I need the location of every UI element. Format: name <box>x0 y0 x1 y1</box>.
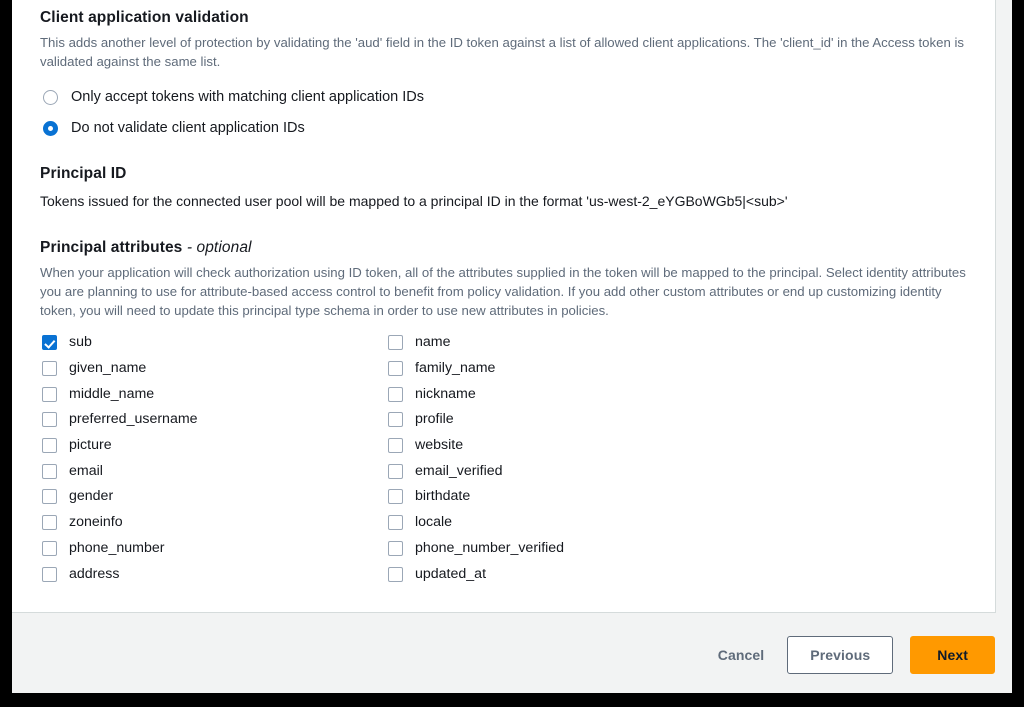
checkbox-nickname[interactable] <box>388 386 403 402</box>
cancel-button[interactable]: Cancel <box>712 637 771 673</box>
principal-attributes-title-optional: - optional <box>186 239 252 256</box>
radio-option-label: Do not validate client application IDs <box>71 120 305 136</box>
checkbox-family-name[interactable] <box>388 361 403 377</box>
checkbox-website[interactable] <box>388 438 403 454</box>
attribute-label: profile <box>415 411 454 428</box>
attribute-label: gender <box>69 488 114 505</box>
principal-attributes-title: Principal attributes - optional <box>40 238 967 258</box>
attribute-label: zoneinfo <box>69 514 123 531</box>
attribute-label: picture <box>69 437 112 454</box>
principal-id-title: Principal ID <box>40 165 127 182</box>
attribute-label: address <box>69 565 120 582</box>
attribute-label: nickname <box>415 385 476 402</box>
list-item[interactable]: family_name <box>386 356 967 382</box>
client-validation-radio-group: Only accept tokens with matching client … <box>40 84 967 142</box>
radio-option-no-validation[interactable]: Do not validate client application IDs <box>40 115 967 142</box>
attribute-label: updated_at <box>415 565 487 582</box>
footer-action-group: Cancel Previous Next <box>712 636 995 674</box>
checkbox-address[interactable] <box>42 566 57 582</box>
attribute-label: name <box>415 334 451 351</box>
checkbox-preferred-username[interactable] <box>42 412 57 428</box>
principal-id-section: Principal ID Tokens issued for the conne… <box>40 164 967 211</box>
list-item[interactable]: middle_name <box>40 381 386 407</box>
radio-option-label: Only accept tokens with matching client … <box>71 89 425 105</box>
radio-icon-selected[interactable] <box>43 121 58 136</box>
attribute-label: email <box>69 462 103 479</box>
previous-button[interactable]: Previous <box>787 636 894 674</box>
principal-attributes-description: When your application will check authori… <box>40 265 966 318</box>
list-item[interactable]: locale <box>386 510 967 536</box>
checkbox-phone-number-verified[interactable] <box>388 540 403 556</box>
next-button[interactable]: Next <box>910 636 995 674</box>
checkbox-updated-at[interactable] <box>388 566 403 582</box>
checkbox-zoneinfo[interactable] <box>42 515 57 531</box>
list-item[interactable]: website <box>386 433 967 459</box>
list-item[interactable]: phone_number_verified <box>386 536 967 562</box>
list-item[interactable]: address <box>40 561 386 587</box>
attributes-left-column: sub given_name middle_name preferred_use… <box>40 330 386 587</box>
attribute-label: website <box>415 437 464 454</box>
attribute-label: phone_number <box>69 539 165 556</box>
principal-attributes-checkbox-grid: sub given_name middle_name preferred_use… <box>40 330 967 587</box>
attribute-label: middle_name <box>69 385 155 402</box>
attribute-label: locale <box>415 514 453 531</box>
list-item[interactable]: zoneinfo <box>40 510 386 536</box>
list-item[interactable]: name <box>386 330 967 356</box>
checkbox-given-name[interactable] <box>42 361 57 377</box>
list-item[interactable]: profile <box>386 407 967 433</box>
principal-attributes-title-main: Principal attributes <box>40 239 183 256</box>
list-item[interactable]: given_name <box>40 356 386 382</box>
client-application-validation-title: Client application validation <box>40 9 249 26</box>
wizard-content-card: Client application validation This adds … <box>12 0 996 613</box>
checkbox-picture[interactable] <box>42 438 57 454</box>
checkbox-profile[interactable] <box>388 412 403 428</box>
list-item[interactable]: updated_at <box>386 561 967 587</box>
list-item[interactable]: gender <box>40 484 386 510</box>
radio-option-match-client-ids[interactable]: Only accept tokens with matching client … <box>40 84 967 111</box>
principal-id-text: Tokens issued for the connected user poo… <box>40 193 788 209</box>
checkbox-middle-name[interactable] <box>42 386 57 402</box>
client-application-validation-section: Client application validation This adds … <box>40 8 967 142</box>
attribute-label: sub <box>69 334 92 351</box>
wizard-footer: Cancel Previous Next <box>12 619 1012 693</box>
radio-icon-unselected[interactable] <box>43 90 58 105</box>
list-item[interactable]: nickname <box>386 381 967 407</box>
checkbox-locale[interactable] <box>388 515 403 531</box>
list-item[interactable]: preferred_username <box>40 407 386 433</box>
checkbox-name[interactable] <box>388 335 403 351</box>
attribute-label: family_name <box>415 360 496 377</box>
attributes-right-column: name family_name nickname profile websit… <box>386 330 967 587</box>
client-application-validation-description: This adds another level of protection by… <box>40 35 964 69</box>
attribute-label: birthdate <box>415 488 471 505</box>
attribute-label: email_verified <box>415 462 503 479</box>
attribute-label: phone_number_verified <box>415 539 565 556</box>
list-item[interactable]: phone_number <box>40 536 386 562</box>
checkbox-gender[interactable] <box>42 489 57 505</box>
checkbox-phone-number[interactable] <box>42 540 57 556</box>
list-item[interactable]: picture <box>40 433 386 459</box>
checkbox-email-verified[interactable] <box>388 463 403 479</box>
checkbox-sub[interactable] <box>42 335 57 351</box>
console-viewport: Client application validation This adds … <box>12 0 1012 693</box>
list-item[interactable]: email_verified <box>386 458 967 484</box>
list-item[interactable]: email <box>40 458 386 484</box>
card-right-gutter <box>996 0 1012 619</box>
list-item[interactable]: birthdate <box>386 484 967 510</box>
principal-attributes-section: Principal attributes - optional When you… <box>40 238 967 587</box>
list-item[interactable]: sub <box>40 330 386 356</box>
checkbox-email[interactable] <box>42 463 57 479</box>
checkbox-birthdate[interactable] <box>388 489 403 505</box>
attribute-label: preferred_username <box>69 411 198 428</box>
attribute-label: given_name <box>69 360 147 377</box>
